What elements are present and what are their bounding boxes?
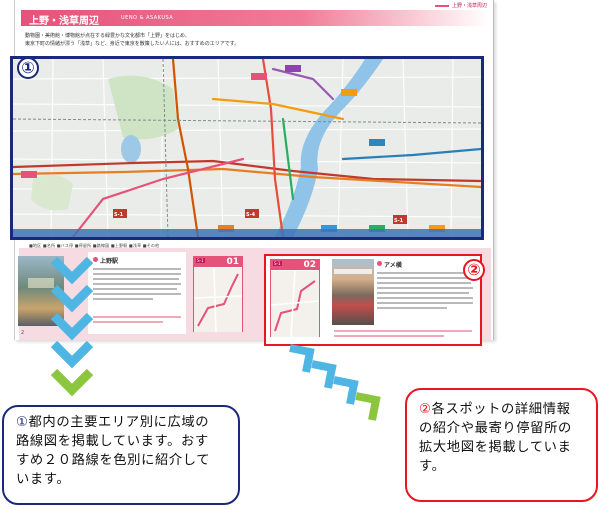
text-placeholder xyxy=(93,283,181,285)
ueno-spot-title: 上野駅 xyxy=(100,258,119,265)
callout-body: 各スポットの詳細情報 の紹介や最寄り停留所の 拡大地図を掲載していま す。 xyxy=(419,402,572,474)
ueno-spot-card: 上野駅 xyxy=(88,252,186,334)
stop-map-card-01: 01 S-1 xyxy=(193,256,243,332)
access-info-line xyxy=(334,335,444,337)
text-placeholder xyxy=(377,287,473,289)
spot-marker-two: ② xyxy=(463,259,485,281)
stop-map-route-tag: S-1 xyxy=(273,261,282,266)
route-map-frame: S-1 S-1 S-4 xyxy=(10,56,484,240)
callout-number: ① xyxy=(16,415,29,430)
spot-marker-icon xyxy=(377,261,382,266)
spot-detail-callout: ②各スポットの詳細情報 の紹介や最寄り停留所の 拡大地図を掲載していま す。 xyxy=(405,388,598,502)
page-title-en: UENO & ASAKUSA xyxy=(121,15,174,21)
text-placeholder xyxy=(93,273,181,275)
text-placeholder xyxy=(93,268,181,270)
stop-detail-map xyxy=(271,271,319,337)
intro-text-line-2: 東京下町の情緒が漂う「浅草」など、身近で東京を散策したい人には、おすすめのエリア… xyxy=(25,41,240,47)
map-marker-one: ① xyxy=(17,57,39,79)
spot-detail-frame: 02 S-1 アメ横 xyxy=(264,254,482,346)
callout-text: ②各スポットの詳細情報 の紹介や最寄り停留所の 拡大地図を掲載していま す。 xyxy=(419,400,588,476)
map-route-badge: S-1 xyxy=(394,218,404,224)
area-route-map-callout: ①都内の主要エリア別に広域の 路線図を掲載しています。おす すめ２０路線を色別に… xyxy=(2,405,240,505)
text-placeholder xyxy=(377,272,473,274)
text-placeholder xyxy=(377,302,473,304)
stop-map-route-tag: S-1 xyxy=(196,258,205,263)
callout-text: ①都内の主要エリア別に広域の 路線図を掲載しています。おす すめ２０路線を色別に… xyxy=(16,413,228,489)
page-title: 上野・浅草周辺 xyxy=(29,16,99,27)
ameyoko-photo xyxy=(332,259,374,325)
text-placeholder xyxy=(377,292,469,294)
down-chevron-arrows-icon xyxy=(50,256,94,397)
map-route-badge: S-1 xyxy=(114,212,124,218)
access-info-line xyxy=(334,330,472,332)
stop-map-card-02: 02 S-1 xyxy=(270,259,320,337)
map-route-badge: S-4 xyxy=(246,212,256,218)
text-placeholder xyxy=(377,307,447,309)
text-placeholder xyxy=(93,288,177,290)
access-info-line xyxy=(93,316,181,318)
page-number: 2 xyxy=(21,330,25,336)
page-title-bar: 上野・浅草周辺 UENO & ASAKUSA xyxy=(21,10,489,27)
running-head: 上野・浅草周辺 xyxy=(434,2,487,9)
text-placeholder xyxy=(93,298,153,300)
access-info-line xyxy=(93,321,163,323)
route-map: S-1 S-1 S-4 xyxy=(13,59,481,237)
intro-text-line-1: 動物園・美術館・博物館が点在する緑豊かな文化都市「上野」をはじめ、 xyxy=(25,33,191,39)
ameyoko-spot-title: アメ横 xyxy=(384,262,402,269)
callout-number: ② xyxy=(419,402,432,417)
text-placeholder xyxy=(93,278,179,280)
text-placeholder xyxy=(377,297,473,299)
text-placeholder xyxy=(93,293,181,295)
stop-detail-map xyxy=(194,268,242,332)
callout-body: 都内の主要エリア別に広域の 路線図を掲載しています。おす すめ２０路線を色別に紹… xyxy=(16,415,211,487)
diagonal-chevron-arrows-icon xyxy=(289,344,381,421)
text-placeholder xyxy=(377,282,471,284)
text-placeholder xyxy=(377,277,473,279)
